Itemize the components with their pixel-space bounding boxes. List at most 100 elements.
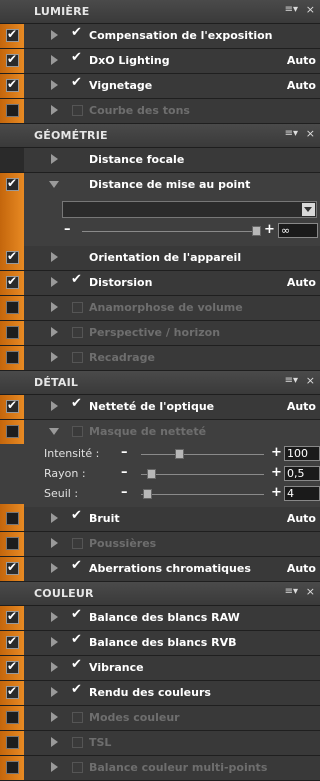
sub-checkbox[interactable] — [71, 657, 83, 673]
expand-arrow-icon[interactable] — [51, 55, 58, 65]
menu-icon[interactable]: ≡▾ — [285, 4, 298, 15]
slider-thumb[interactable] — [252, 226, 261, 236]
sub-checkbox[interactable] — [71, 396, 83, 412]
row-vignetting[interactable]: Vignetage Auto — [0, 74, 320, 99]
close-icon[interactable]: × — [306, 3, 315, 16]
expand-arrow-icon[interactable] — [51, 154, 58, 164]
row-volume-anamorphosis[interactable]: Anamorphose de volume — [0, 296, 320, 321]
sub-checkbox[interactable] — [71, 75, 83, 91]
expand-arrow-icon[interactable] — [51, 687, 58, 697]
sub-checkbox[interactable] — [71, 558, 83, 574]
enable-checkbox[interactable] — [6, 398, 19, 413]
expand-arrow-icon[interactable] — [51, 538, 58, 548]
row-white-balance-rgb[interactable]: Balance des blancs RVB — [0, 631, 320, 656]
enable-checkbox[interactable] — [6, 326, 19, 339]
expand-arrow-icon[interactable] — [51, 662, 58, 672]
focus-distance-dropdown[interactable] — [62, 201, 317, 218]
section-header-detail[interactable]: DÉTAIL ≡▾ × — [0, 371, 320, 395]
row-perspective[interactable]: Perspective / horizon — [0, 321, 320, 346]
plus-button[interactable]: + — [271, 465, 282, 480]
expand-arrow-icon[interactable] — [51, 277, 58, 287]
radius-input[interactable]: 0,5 — [284, 466, 320, 481]
enable-checkbox[interactable] — [6, 301, 19, 314]
expand-arrow-icon[interactable] — [51, 352, 58, 362]
expand-arrow-icon[interactable] — [51, 327, 58, 337]
row-lens-sharpness[interactable]: Netteté de l'optique Auto — [0, 395, 320, 420]
row-white-balance-raw[interactable]: Balance des blancs RAW — [0, 606, 320, 631]
enable-checkbox[interactable] — [6, 736, 19, 749]
sub-checkbox[interactable] — [71, 272, 83, 288]
chevron-down-icon[interactable] — [302, 203, 315, 216]
expand-arrow-icon[interactable] — [51, 401, 58, 411]
slider-thumb[interactable] — [175, 449, 184, 459]
expand-arrow-icon[interactable] — [51, 513, 58, 523]
sub-checkbox[interactable] — [71, 25, 83, 41]
row-crop[interactable]: Recadrage — [0, 346, 320, 371]
minus-button[interactable]: – — [121, 485, 128, 500]
enable-checkbox[interactable] — [6, 104, 19, 117]
enable-checkbox[interactable] — [6, 761, 19, 774]
enable-checkbox[interactable] — [6, 684, 19, 699]
slider-thumb[interactable] — [143, 489, 152, 499]
row-camera-orientation[interactable]: Orientation de l'appareil — [0, 246, 320, 271]
intensity-input[interactable]: 100 — [284, 446, 320, 461]
expand-arrow-icon[interactable] — [51, 737, 58, 747]
section-header-geometrie[interactable]: GÉOMÉTRIE ≡▾ × — [0, 124, 320, 148]
minus-button[interactable]: – — [64, 222, 71, 237]
menu-icon[interactable]: ≡▾ — [285, 128, 298, 139]
expand-arrow-icon[interactable] — [51, 302, 58, 312]
enable-checkbox[interactable] — [6, 27, 19, 42]
enable-checkbox[interactable] — [6, 77, 19, 92]
close-icon[interactable]: × — [306, 585, 315, 598]
sub-checkbox[interactable] — [72, 737, 83, 748]
expand-arrow-icon[interactable] — [51, 563, 58, 573]
menu-icon[interactable]: ≡▾ — [285, 586, 298, 597]
sub-checkbox[interactable] — [71, 682, 83, 698]
sub-checkbox[interactable] — [72, 302, 83, 313]
expand-arrow-icon[interactable] — [51, 637, 58, 647]
row-focal-length[interactable]: Distance focale — [0, 148, 320, 173]
row-unsharp-mask[interactable]: Masque de netteté — [0, 420, 320, 444]
enable-checkbox[interactable] — [6, 659, 19, 674]
slider-track[interactable] — [82, 231, 252, 232]
row-dxo-lighting[interactable]: DxO Lighting Auto — [0, 49, 320, 74]
minus-button[interactable]: – — [121, 445, 128, 460]
plus-button[interactable]: + — [271, 445, 282, 460]
enable-checkbox[interactable] — [6, 537, 19, 550]
collapse-arrow-icon[interactable] — [49, 428, 59, 435]
sub-checkbox[interactable] — [72, 426, 83, 437]
row-color-rendering[interactable]: Rendu des couleurs — [0, 681, 320, 706]
enable-checkbox[interactable] — [6, 274, 19, 289]
sub-checkbox[interactable] — [72, 538, 83, 549]
row-tone-curve[interactable]: Courbe des tons — [0, 99, 320, 124]
sub-checkbox[interactable] — [72, 712, 83, 723]
sub-checkbox[interactable] — [72, 762, 83, 773]
enable-checkbox[interactable] — [6, 425, 19, 438]
row-chromatic-aberrations[interactable]: Aberrations chromatiques Auto — [0, 557, 320, 582]
enable-checkbox[interactable] — [6, 351, 19, 364]
sub-checkbox[interactable] — [71, 632, 83, 648]
sub-checkbox[interactable] — [71, 50, 83, 66]
expand-arrow-icon[interactable] — [51, 762, 58, 772]
row-exposure-compensation[interactable]: Compensation de l'exposition — [0, 24, 320, 49]
expand-arrow-icon[interactable] — [51, 80, 58, 90]
enable-checkbox[interactable] — [6, 176, 19, 191]
sub-checkbox[interactable] — [72, 105, 83, 116]
sub-checkbox[interactable] — [72, 327, 83, 338]
enable-checkbox[interactable] — [6, 52, 19, 67]
row-multipoint-color-balance[interactable]: Balance couleur multi-points — [0, 756, 320, 781]
section-header-lumiere[interactable]: LUMIÈRE ≡▾ × — [0, 0, 320, 24]
slider-track[interactable] — [141, 454, 264, 455]
row-dust[interactable]: Poussières — [0, 532, 320, 557]
plus-button[interactable]: + — [264, 222, 275, 237]
row-vibrance[interactable]: Vibrance — [0, 656, 320, 681]
row-noise[interactable]: Bruit Auto — [0, 507, 320, 532]
minus-button[interactable]: – — [121, 465, 128, 480]
enable-checkbox[interactable] — [6, 711, 19, 724]
close-icon[interactable]: × — [306, 374, 315, 387]
expand-arrow-icon[interactable] — [51, 30, 58, 40]
sub-checkbox[interactable] — [71, 607, 83, 623]
collapse-arrow-icon[interactable] — [49, 181, 59, 188]
enable-checkbox[interactable] — [6, 249, 19, 264]
expand-arrow-icon[interactable] — [51, 105, 58, 115]
